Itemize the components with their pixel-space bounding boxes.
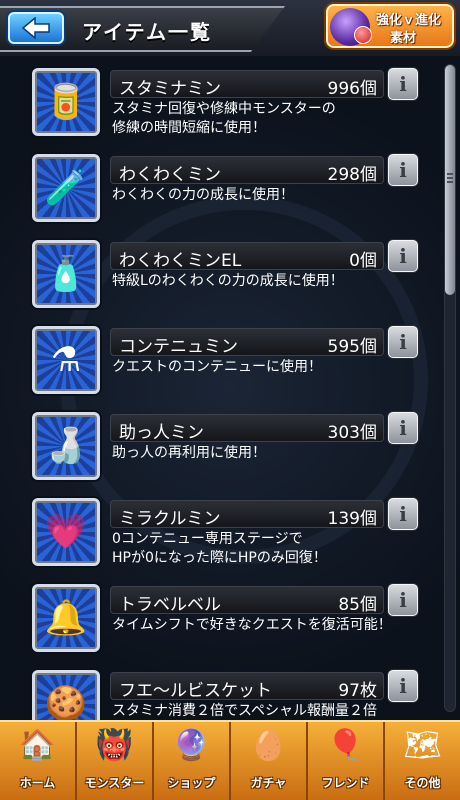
biscuit-icon[interactable]: 🍪 [32,670,100,720]
item-count: 139個 [327,509,377,529]
info-icon: i [399,244,407,268]
item-description: 特級Lのわくわくの力の成長に使用！ [112,273,344,289]
bell-icon[interactable]: 🔔 [32,584,100,652]
nav-label: ホーム [19,776,56,790]
item-name-bar: コンテニュミン 595個 [110,328,384,357]
nav-label: その他 [404,776,441,790]
stamina-can-icon[interactable]: 🥫 [32,68,100,136]
item-name-bar: 助っ人ミン 303個 [110,414,384,443]
list-item: 💗 ミラクルミン 139個 0コンテニュー専用ステージで HPが0になった際にHP… [0,492,440,578]
item-name-bar: わくわくミンEL 0個 [110,242,384,271]
list-item: 🧴 わくわくミンEL 0個 特級Lのわくわくの力の成長に使用！ i [0,234,440,320]
nav-label: フレンド [321,776,370,790]
info-icon: i [399,330,407,354]
item-count: 0個 [349,251,377,271]
header: アイテム一覧 強化ｖ進化 素材 [0,0,460,56]
nav-friend-button[interactable]: 🎈 フレンド [308,722,385,800]
item-description: 0コンテニュー専用ステージで HPが0になった際にHPのみ回復！ [112,531,327,566]
item-description: スタミナ消費２倍でスペシャル報酬量２倍 [112,703,378,719]
item-list[interactable]: 🥫 スタミナミン 996個 スタミナ回復や修練中モンスターの 修練の時間短縮に使用… [0,56,460,720]
item-name-bar: スタミナミン 996個 [110,70,384,99]
friend-balloons-icon: 🎈 [326,728,365,763]
item-description: わくわくの力の成長に使用！ [112,187,294,203]
info-icon: i [399,674,407,698]
info-button[interactable]: i [388,670,418,702]
item-name: トラベルベル [119,595,221,615]
item-description: 助っ人の再利用に使用！ [112,445,266,461]
other-map-icon: 🗺 [403,728,442,763]
evo-label-line1: 強化ｖ進化 [376,13,442,28]
info-icon: i [399,416,407,440]
item-description: スタミナ回復や修練中モンスターの 修練の時間短縮に使用！ [112,101,336,136]
info-button[interactable]: i [388,584,418,616]
nav-label: ガチャ [250,776,287,790]
item-name-bar: ミラクルミン 139個 [110,500,384,529]
list-item: 🍪 フエ～ルビスケット 97枚 スタミナ消費２倍でスペシャル報酬量２倍 i [0,664,440,720]
red-orb-icon [354,26,372,44]
monster-icon: 👹 [95,728,134,763]
item-name: わくわくミンEL [119,251,242,271]
item-count: 996個 [327,79,377,99]
item-description: タイムシフトで好きなクエストを復活可能！ [112,617,392,633]
evo-label-line2: 素材 [390,31,417,46]
list-item: 🧪 わくわくミン 298個 わくわくの力の成長に使用！ i [0,148,440,234]
item-name-bar: わくわくミン 298個 [110,156,384,185]
helper-bottle-icon[interactable]: 🍶 [32,412,100,480]
info-button[interactable]: i [388,498,418,530]
nav-other-button[interactable]: 🗺 その他 [385,722,460,800]
info-button[interactable]: i [388,412,418,444]
info-button[interactable]: i [388,326,418,358]
blue-bottle-icon[interactable]: 🧴 [32,240,100,308]
info-button[interactable]: i [388,154,418,186]
info-icon: i [399,72,407,96]
item-name: 助っ人ミン [119,423,204,443]
gacha-egg-icon: 🥚 [249,728,288,763]
item-name: ミラクルミン [119,509,221,529]
item-count: 303個 [327,423,377,443]
item-name-bar: フエ～ルビスケット 97枚 [110,672,384,701]
heart-bottle-icon[interactable]: 💗 [32,498,100,566]
scrollbar-thumb[interactable] [445,65,455,295]
shop-orb-icon: 🔮 [172,728,211,763]
item-name-bar: トラベルベル 85個 [110,586,384,615]
list-item: ⚗ コンテニュミン 595個 クエストのコンテニューに使用！ i [0,320,440,406]
nav-shop-button[interactable]: 🔮 ショップ [154,722,231,800]
green-bottle-icon[interactable]: 🧪 [32,154,100,222]
info-button[interactable]: i [388,68,418,100]
list-item: 🍶 助っ人ミン 303個 助っ人の再利用に使用！ i [0,406,440,492]
scrollbar[interactable] [444,64,456,712]
list-item: 🔔 トラベルベル 85個 タイムシフトで好きなクエストを復活可能！ i [0,578,440,664]
nav-home-button[interactable]: 🏠 ホーム [0,722,77,800]
home-icon: 🏠 [18,728,57,763]
item-description: クエストのコンテニューに使用！ [112,359,322,375]
nav-monster-button[interactable]: 👹 モンスター [77,722,154,800]
page-title: アイテム一覧 [82,20,212,44]
back-button[interactable] [8,12,64,44]
item-count: 298個 [327,165,377,185]
nav-gacha-button[interactable]: 🥚 ガチャ [231,722,308,800]
nav-label: ショップ [167,776,216,790]
item-name: わくわくミン [119,165,221,185]
item-count: 595個 [327,337,377,357]
info-button[interactable]: i [388,240,418,272]
list-item: 🥫 スタミナミン 996個 スタミナ回復や修練中モンスターの 修練の時間短縮に使用… [0,62,440,148]
bottom-nav: 🏠 ホーム 👹 モンスター 🔮 ショップ 🥚 ガチャ 🎈 フレンド 🗺 その他 [0,720,460,800]
item-name: コンテニュミン [119,337,238,357]
nav-label: モンスター [84,776,145,790]
info-icon: i [399,158,407,182]
info-icon: i [399,502,407,526]
item-name: スタミナミン [119,79,221,99]
info-icon: i [399,588,407,612]
item-name: フエ～ルビスケット [119,681,272,701]
evolution-materials-button[interactable]: 強化ｖ進化 素材 [326,4,454,48]
item-count: 85個 [338,595,377,615]
back-arrow-icon [21,17,50,39]
continue-bottle-icon[interactable]: ⚗ [32,326,100,394]
item-count: 97枚 [338,681,377,701]
